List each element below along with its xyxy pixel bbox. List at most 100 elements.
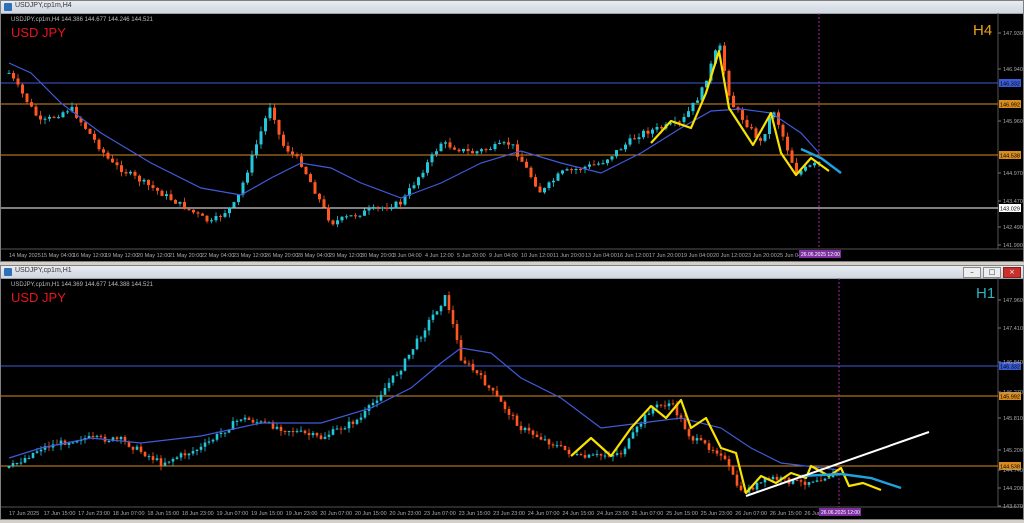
time-tick-label: 26 Jun 15:00 <box>770 511 802 517</box>
candle-body <box>239 419 243 421</box>
time-tick-label: 20 May 12:00 <box>137 253 170 259</box>
candle-body <box>563 445 567 450</box>
candle-body <box>124 172 128 174</box>
candle-body <box>633 138 636 140</box>
window-title-h4: USDJPY,cp1m,H4 <box>15 2 72 9</box>
candle-body <box>707 443 711 450</box>
chart-canvas-h1[interactable]: USDJPY,cp1m,H1 144.369 144.677 144.388 1… <box>1 278 1023 519</box>
candle-body <box>691 436 695 441</box>
candle-body <box>771 476 775 480</box>
candle-body <box>803 481 807 485</box>
chart-canvas-h4[interactable]: USDJPY,cp1m,H4 144.386 144.677 144.246 1… <box>1 13 1023 261</box>
candle-body <box>11 463 15 467</box>
time-tick-label: 10 Jun 12:00 <box>521 253 553 259</box>
candle-body <box>175 457 179 459</box>
candle-body <box>336 220 339 225</box>
candle-body <box>606 159 609 164</box>
time-tick-label: 16 May 12:00 <box>73 253 106 259</box>
candle-body <box>624 144 627 150</box>
price-chart-h1[interactable]: USDJPY,cp1m,H1 144.369 144.677 144.388 1… <box>1 278 1023 519</box>
candle-body <box>246 172 249 183</box>
candle-body <box>379 394 383 401</box>
candle-body <box>435 151 438 155</box>
candle-body <box>183 453 187 456</box>
candle-body <box>527 427 531 431</box>
time-tick-label: 9 Jun 04:00 <box>489 253 518 259</box>
candle-body <box>387 382 391 389</box>
candle-body <box>275 426 279 429</box>
candle-body <box>367 208 371 211</box>
candle-body <box>403 358 407 371</box>
chart-info-line: USDJPY,cp1m,H4 144.386 144.677 144.246 1… <box>11 17 154 23</box>
time-tick-label: 17 Jun 15:00 <box>44 511 76 517</box>
candle-body <box>30 102 33 107</box>
price-tick-label: 146.270 <box>1003 390 1023 396</box>
candle-body <box>520 156 524 162</box>
candle-body <box>426 162 429 173</box>
chart-window-h4[interactable]: USDJPY,cp1m,H4 USDJPY,cp1m,H4 144.386 14… <box>0 0 1024 262</box>
candle-body <box>163 462 167 466</box>
candle-body <box>781 124 785 137</box>
candle-body <box>811 481 815 483</box>
candle-body <box>570 169 573 171</box>
timeframe-label: H4 <box>973 22 992 39</box>
candle-body <box>807 482 811 485</box>
candle-body <box>303 430 307 434</box>
chart-window-h1[interactable]: USDJPY,cp1m,H1 – □ × USDJPY,cp1m,H1 144.… <box>0 265 1024 520</box>
candle-body <box>603 455 607 457</box>
price-tick-label: 143.470 <box>1003 199 1023 205</box>
price-chart-h4[interactable]: USDJPY,cp1m,H4 144.386 144.677 144.246 1… <box>1 13 1023 261</box>
candle-body <box>131 446 135 450</box>
candle-body <box>637 137 641 140</box>
price-tick-label: 147.410 <box>1003 326 1023 332</box>
maximize-button[interactable]: □ <box>983 267 1001 278</box>
candle-body <box>115 437 119 440</box>
candle-body <box>139 446 143 452</box>
candle-body <box>155 458 159 460</box>
close-button[interactable]: × <box>1003 267 1021 278</box>
candle-body <box>335 428 339 430</box>
candle-body <box>165 194 168 196</box>
candle-body <box>255 144 258 156</box>
price-level-tag-text: 144.538 <box>1000 154 1020 160</box>
candle-body <box>311 433 315 436</box>
price-tick-label: 141.990 <box>1003 243 1023 249</box>
candle-body <box>715 450 719 454</box>
price-tick-label: 144.970 <box>1003 171 1023 177</box>
minimize-button[interactable]: – <box>963 267 981 278</box>
candle-body <box>823 478 827 481</box>
candle-body <box>235 420 239 422</box>
candle-body <box>419 337 423 339</box>
candle-body <box>471 363 475 371</box>
candle-body <box>283 430 287 432</box>
candle-body <box>579 454 583 456</box>
candle-body <box>479 373 483 376</box>
candle-body <box>786 136 789 151</box>
candle-body <box>683 418 687 430</box>
candle-body <box>663 405 667 407</box>
time-tick-label: 23 Jun 23:00 <box>493 511 525 517</box>
candle-body <box>552 180 555 183</box>
candle-body <box>263 421 267 423</box>
candle-body <box>466 148 470 152</box>
price-tick-label: 145.810 <box>1003 416 1023 422</box>
candle-body <box>727 70 731 96</box>
candle-body <box>699 438 703 441</box>
candle-body <box>394 201 398 209</box>
time-tick-label: 15 May 04:00 <box>41 253 74 259</box>
candle-body <box>599 454 603 456</box>
candle-body <box>750 127 753 129</box>
candle-body <box>815 480 819 482</box>
candle-body <box>174 199 177 204</box>
candle-body <box>264 118 267 132</box>
candle-body <box>583 455 587 458</box>
drawn-price-path <box>650 49 830 177</box>
candle-body <box>187 453 191 456</box>
candle-body <box>502 142 506 144</box>
candle-body <box>243 417 247 420</box>
candle-body <box>529 167 533 178</box>
price-tick-label: 147.930 <box>1003 31 1023 37</box>
candle-body <box>539 436 543 440</box>
candle-body <box>247 417 251 420</box>
candle-body <box>471 151 474 154</box>
